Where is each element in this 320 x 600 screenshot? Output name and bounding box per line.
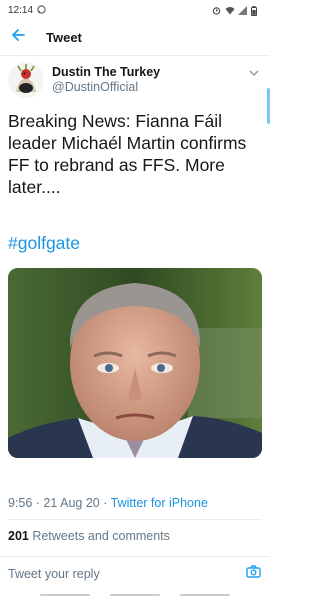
status-icons (212, 5, 260, 16)
tweet-source-link[interactable]: Twitter for iPhone (111, 496, 208, 510)
reply-input[interactable] (8, 566, 244, 581)
nav-recents[interactable] (40, 594, 90, 596)
reply-bar (0, 556, 270, 590)
scrollbar-thumb[interactable] (267, 88, 270, 124)
back-arrow-icon (11, 28, 25, 47)
more-options-button[interactable] (246, 62, 262, 82)
whatsapp-icon (37, 4, 46, 16)
page-title: Tweet (46, 30, 82, 45)
nav-home[interactable] (110, 594, 160, 596)
status-time: 12:14 (8, 4, 34, 16)
display-name[interactable]: Dustin The Turkey (52, 65, 160, 80)
tweet-text: Breaking News: Fianna Fáil leader Michaé… (8, 111, 247, 197)
retweet-stats[interactable]: 201 Retweets and comments (8, 529, 170, 543)
battery-icon (251, 5, 260, 16)
divider (8, 519, 262, 520)
back-button[interactable] (0, 20, 36, 56)
wifi-icon (225, 6, 235, 15)
chevron-down-icon (249, 65, 259, 79)
signal-icon (238, 5, 247, 15)
hashtag-link[interactable]: #golfgate (8, 232, 80, 254)
status-bar: 12:14 (0, 0, 270, 20)
tweet-author: Dustin The Turkey @DustinOfficial (8, 62, 262, 102)
user-handle[interactable]: @DustinOfficial (52, 80, 160, 95)
tweet-image[interactable] (8, 268, 262, 458)
user-info: Dustin The Turkey @DustinOfficial (52, 62, 160, 102)
camera-button[interactable] (244, 564, 262, 583)
tweet-timestamp: 9:56 · 21 Aug 20 · (8, 496, 111, 510)
retweet-label: Retweets and comments (28, 529, 170, 543)
camera-icon (245, 564, 261, 583)
alarm-icon (212, 6, 221, 15)
system-nav-bar (0, 590, 270, 600)
tweet-meta: 9:56 · 21 Aug 20 · Twitter for iPhone (8, 496, 208, 510)
nav-back[interactable] (180, 594, 230, 596)
app-bar: Tweet (0, 20, 270, 56)
retweet-count: 201 (8, 529, 29, 543)
avatar[interactable] (8, 62, 44, 98)
